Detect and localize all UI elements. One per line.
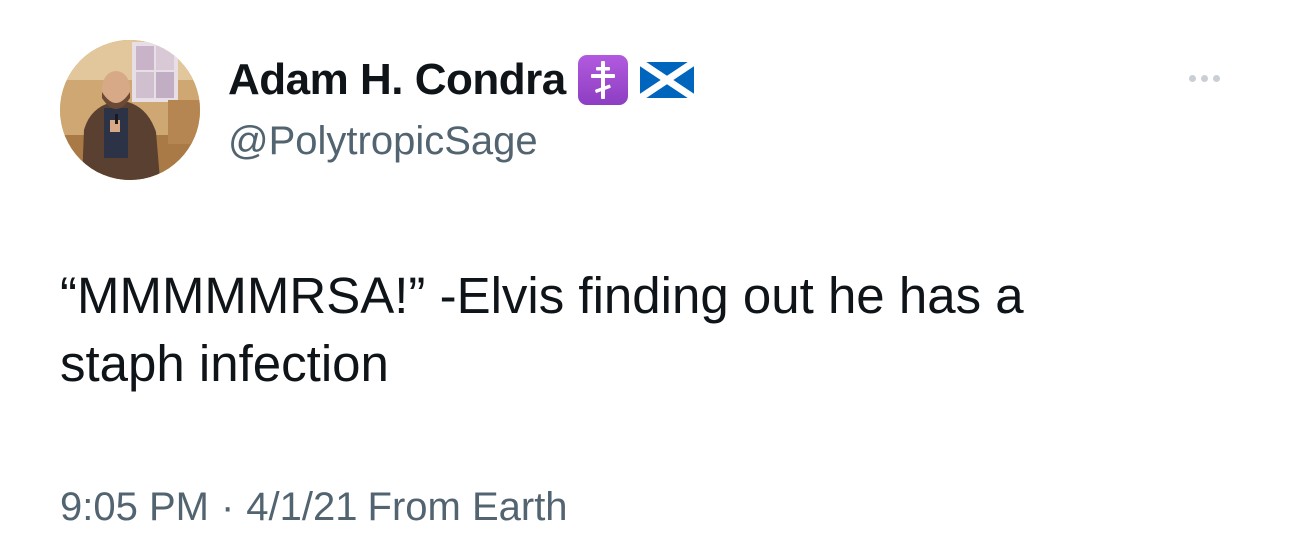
author-row: Adam H. Condra bbox=[228, 52, 694, 108]
author-handle[interactable]: @PolytropicSage bbox=[228, 116, 538, 166]
tweet-card: Adam H. Condra @PolytropicSage “MMMMMRSA… bbox=[0, 0, 1290, 560]
tweet-meta: 9:05 PM · 4/1/21 From Earth bbox=[60, 480, 568, 534]
tweet-date[interactable]: 4/1/21 bbox=[246, 480, 357, 534]
more-options-icon[interactable] bbox=[1176, 60, 1232, 96]
avatar[interactable] bbox=[60, 40, 200, 180]
tweet-text: “MMMMMRSA!” -Elvis finding out he has a … bbox=[60, 267, 1024, 392]
meta-separator: · bbox=[220, 485, 235, 529]
more-dot bbox=[1200, 74, 1208, 82]
display-name[interactable]: Adam H. Condra bbox=[228, 52, 566, 108]
orthodox-cross-icon bbox=[577, 55, 628, 105]
more-dot bbox=[1188, 74, 1196, 82]
tweet-source: From Earth bbox=[367, 485, 568, 529]
tweet-time[interactable]: 9:05 PM bbox=[60, 480, 209, 534]
avatar-image bbox=[60, 40, 200, 180]
scotland-flag-icon bbox=[639, 62, 694, 98]
more-dot bbox=[1212, 74, 1220, 82]
